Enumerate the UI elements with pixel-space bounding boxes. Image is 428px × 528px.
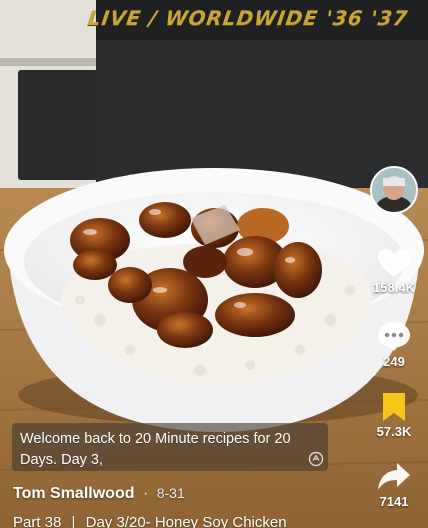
share-icon: [378, 463, 410, 490]
like-count: 158.4K: [373, 280, 415, 295]
series-part: Part 38: [13, 514, 62, 528]
post-date: 8-31: [156, 485, 185, 501]
description-separator: |: [71, 514, 76, 528]
video-description[interactable]: Part 38 | Day 3/20- Honey Soy Chicken: [13, 514, 287, 528]
comment-button[interactable]: 249: [368, 320, 420, 369]
bookmark-icon: [383, 393, 405, 421]
creator-avatar[interactable]: [370, 166, 418, 214]
like-button[interactable]: 158.4K: [368, 248, 420, 295]
share-count: 7141: [379, 494, 409, 509]
share-button[interactable]: 7141: [368, 462, 420, 509]
comment-icon: [378, 322, 410, 351]
author-name[interactable]: Tom Smallwood: [13, 485, 134, 502]
save-button[interactable]: 57.3K: [368, 392, 420, 439]
translate-icon[interactable]: [308, 451, 324, 467]
video-title: Day 3/20- Honey Soy Chicken: [85, 514, 287, 528]
heart-icon: [378, 249, 410, 277]
video-overlay-text: LIVE / WORLDWIDE '36 '37: [86, 6, 410, 30]
save-count: 57.3K: [376, 424, 412, 439]
avatar-icon: [372, 168, 416, 212]
caption-box[interactable]: Welcome back to 20 Minute recipes for 20…: [12, 423, 328, 471]
author-line[interactable]: Tom Smallwood · 8-31: [13, 485, 185, 503]
author-separator: ·: [142, 485, 149, 502]
caption-text: Welcome back to 20 Minute recipes for 20…: [20, 431, 291, 468]
comment-count: 249: [383, 354, 405, 369]
